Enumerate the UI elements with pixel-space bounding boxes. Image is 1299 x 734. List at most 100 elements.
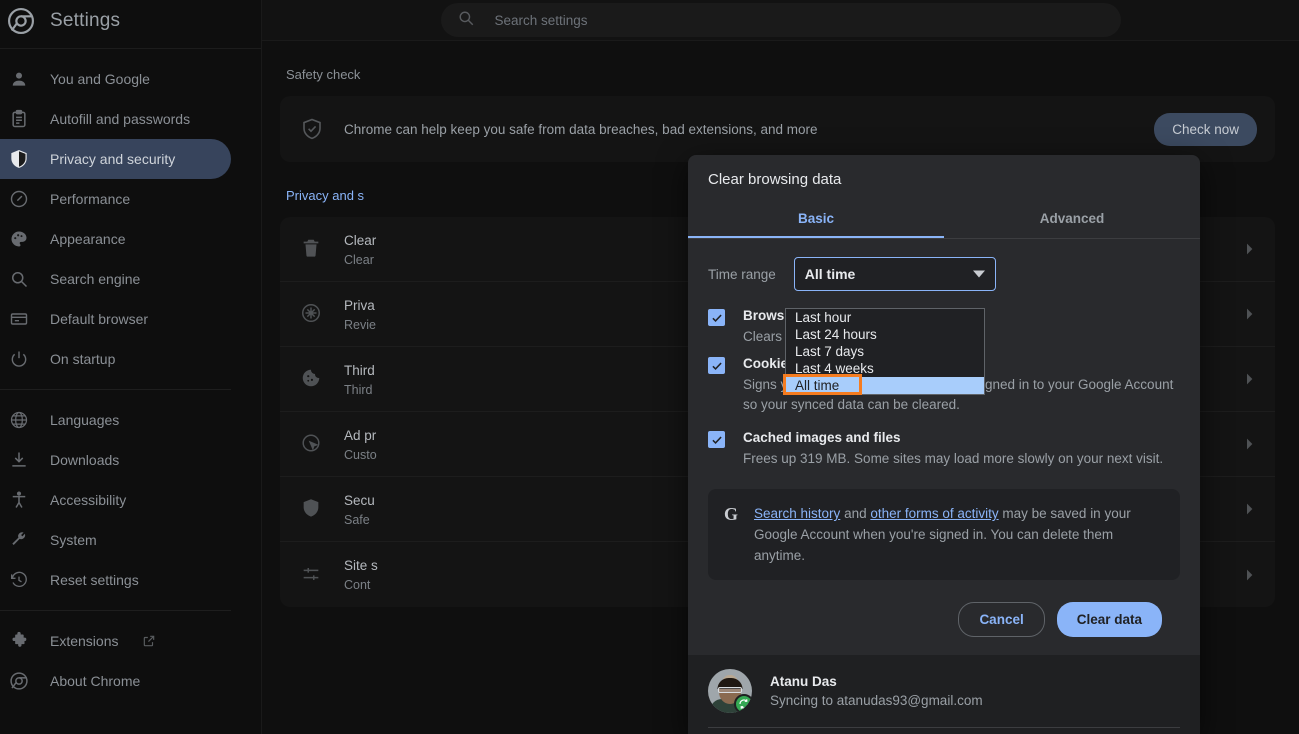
chevron-right-icon — [1241, 371, 1257, 387]
sidebar-item-downloads[interactable]: Downloads — [0, 440, 231, 480]
time-range-label: Time range — [708, 266, 776, 282]
tab-basic[interactable]: Basic — [688, 201, 944, 238]
safety-check-card: Chrome can help keep you safe from data … — [280, 96, 1275, 162]
dialog-title: Clear browsing data — [708, 171, 842, 188]
notice-mid-text: and — [840, 506, 871, 521]
sidebar-item-extensions[interactable]: Extensions — [0, 621, 231, 661]
divider — [708, 727, 1180, 728]
sidebar-item-label: System — [50, 532, 97, 548]
chevron-right-icon — [1241, 567, 1257, 583]
search-icon — [457, 9, 475, 32]
sidebar-item-label: Default browser — [50, 311, 149, 327]
dialog-body: Time range All time Last hour Last 24 ho… — [688, 257, 1200, 655]
sidebar-item-label: Reset settings — [50, 572, 139, 588]
sidebar-item-label: Privacy and security — [50, 151, 176, 167]
sidebar-item-you-and-google[interactable]: You and Google — [0, 59, 231, 99]
top-bar — [262, 0, 1299, 41]
dropdown-option-last-7-days[interactable]: Last 7 days — [786, 343, 984, 360]
checkbox-cached-images[interactable] — [708, 431, 725, 448]
privacy-guide-icon — [300, 302, 324, 326]
row-title: Third — [344, 362, 375, 378]
sidebar-item-privacy-and-security[interactable]: Privacy and security — [0, 139, 231, 179]
sidebar-item-label: Accessibility — [50, 492, 127, 508]
row-title: Priva — [344, 297, 375, 313]
sidebar-item-about-chrome[interactable]: About Chrome — [0, 661, 231, 701]
shield-check-icon — [300, 117, 324, 141]
dropdown-option-last-hour[interactable]: Last hour — [786, 309, 984, 326]
puzzle-icon — [8, 630, 30, 652]
account-name: Atanu Das — [770, 674, 837, 689]
clipboard-icon — [8, 108, 30, 130]
download-icon — [8, 449, 30, 471]
clear-data-button[interactable]: Clear data — [1056, 602, 1162, 637]
open-in-new-icon — [142, 634, 156, 648]
time-range-select[interactable]: All time — [793, 257, 996, 291]
clear-browsing-data-dialog: Clear browsing data Basic Advanced Time … — [688, 155, 1200, 734]
magnifier-icon — [8, 268, 30, 290]
sidebar-item-label: You and Google — [50, 71, 150, 87]
brand: Settings — [0, 0, 261, 41]
sidebar-item-performance[interactable]: Performance — [0, 179, 231, 219]
safety-check-row: Chrome can help keep you safe from data … — [280, 96, 1275, 162]
chrome-logo-icon — [8, 7, 34, 34]
checkbox-item-cached-images[interactable]: Cached images and files Frees up 319 MB.… — [708, 429, 1180, 469]
safety-check-description: Chrome can help keep you safe from data … — [344, 121, 818, 137]
browser-window-icon — [8, 308, 30, 330]
sidebar-item-label: Appearance — [50, 231, 126, 247]
dropdown-option-label: All time — [795, 378, 840, 393]
accessibility-icon — [8, 489, 30, 511]
search-history-link[interactable]: Search history — [754, 506, 840, 521]
sidebar-item-label: Languages — [50, 412, 120, 428]
history-restore-icon — [8, 569, 30, 591]
cancel-button[interactable]: Cancel — [958, 602, 1045, 637]
other-forms-of-activity-link[interactable]: other forms of activity — [870, 506, 998, 521]
wrench-icon — [8, 529, 30, 551]
sidebar-item-label: On startup — [50, 351, 116, 367]
settings-window: Settings You and Google Autofill and pas… — [0, 0, 1299, 734]
account-row: Atanu Das Syncing to atanudas93@gmail.co… — [708, 669, 1180, 713]
sync-icon — [734, 694, 752, 713]
dropdown-option-last-4-weeks[interactable]: Last 4 weeks — [786, 360, 984, 377]
account-info: Atanu Das Syncing to atanudas93@gmail.co… — [770, 674, 983, 708]
sidebar-item-default-browser[interactable]: Default browser — [0, 299, 231, 339]
sidebar-item-search-engine[interactable]: Search engine — [0, 259, 231, 299]
check-now-button[interactable]: Check now — [1154, 112, 1257, 146]
sidebar-item-appearance[interactable]: Appearance — [0, 219, 231, 259]
dropdown-option-all-time[interactable]: All time — [783, 374, 984, 395]
sidebar-item-system[interactable]: System — [0, 520, 231, 560]
tab-advanced[interactable]: Advanced — [944, 201, 1200, 238]
sidebar-item-reset-settings[interactable]: Reset settings — [0, 560, 231, 600]
dialog-tabs: Basic Advanced — [688, 201, 1200, 239]
checkbox-title: Cached images and files — [743, 430, 901, 445]
divider — [0, 610, 231, 611]
chevron-right-icon — [1241, 501, 1257, 517]
sidebar-item-label: Performance — [50, 191, 131, 207]
time-range-dropdown-list[interactable]: Last hour Last 24 hours Last 7 days Last… — [783, 308, 985, 395]
palette-icon — [8, 228, 30, 250]
globe-icon — [8, 409, 30, 431]
google-account-notice: G Search history and other forms of acti… — [708, 489, 1180, 580]
time-range-row: Time range All time — [708, 257, 1180, 291]
chevron-down-icon — [972, 270, 985, 278]
dropdown-option-last-24-hours[interactable]: Last 24 hours — [786, 326, 984, 343]
sidebar-item-languages[interactable]: Languages — [0, 400, 231, 440]
sidebar-item-autofill-and-passwords[interactable]: Autofill and passwords — [0, 99, 231, 139]
sidebar-item-on-startup[interactable]: On startup — [0, 339, 231, 379]
page-title: Settings — [50, 9, 121, 31]
search-box[interactable] — [440, 3, 1121, 37]
google-notice-text: Search history and other forms of activi… — [754, 503, 1164, 566]
dialog-actions: Cancel Clear data — [708, 580, 1180, 655]
shield-icon — [300, 497, 324, 521]
search-input[interactable] — [492, 11, 1105, 29]
time-range-selected-value: All time — [804, 266, 856, 282]
row-title: Secu — [344, 492, 375, 508]
checkbox-subtitle: Frees up 319 MB. Some sites may load mor… — [743, 451, 1164, 466]
sidebar-item-label: Extensions — [50, 633, 119, 649]
sidebar-item-accessibility[interactable]: Accessibility — [0, 480, 231, 520]
chrome-logo-icon — [8, 670, 30, 692]
row-title: Ad pr — [344, 427, 377, 443]
divider — [0, 48, 261, 49]
person-icon — [8, 68, 30, 90]
checkbox-browsing-history[interactable] — [708, 309, 725, 326]
checkbox-cookies[interactable] — [708, 357, 725, 374]
